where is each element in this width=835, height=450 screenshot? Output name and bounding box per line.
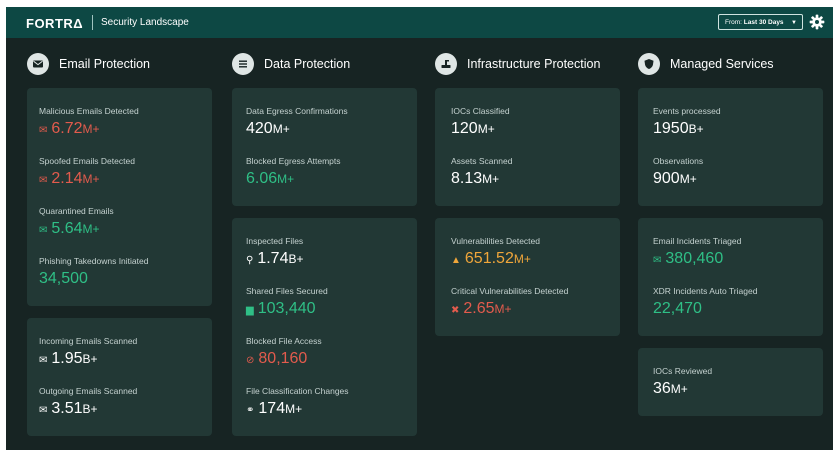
file-icon: ▆ [246,305,254,316]
link-icon: ⚭ [246,405,255,416]
metric-value-observations: 900 M+ [653,170,697,187]
email-threats-card: Malicious Emails Detected ✉ 6.72 M+ Spoof… [27,88,212,306]
date-range-prefix: From: [725,19,742,26]
events-card: Events processed 1950 B+ Observations 900… [638,88,823,206]
iocs-assets-card: IOCs Classified 120 M+ Assets Scanned 8.1… [435,88,620,206]
metric-label: Inspected Files [246,236,304,246]
fortra-logo[interactable]: FORTRΔ [26,16,83,31]
envelope-icon: ✉ [39,175,48,186]
metric-label: Shared Files Secured [246,286,328,296]
header-separator [92,15,93,30]
metric-label: Observations [653,156,704,166]
app-frame: FORTRΔ Security Landscape From: Last 30 … [6,7,833,450]
metric-value-egress-confirmations: 420 M+ [246,120,290,137]
error-icon: ✖ [451,305,460,316]
email-scanning-card: Incoming Emails Scanned ✉ 1.95 B+ Outgoin… [27,318,212,436]
envelope-icon: ✉ [653,255,662,266]
envelope-icon: ✉ [39,125,48,136]
metric-value-inspected-files: ⚲ 1.74 B+ [246,250,304,267]
metric-label: File Classification Changes [246,386,349,396]
chevron-down-icon: ▼ [791,20,797,26]
metric-label: Vulnerabilities Detected [451,236,540,246]
metric-value-assets-scanned: 8.13 M+ [451,170,500,187]
page-title: Security Landscape [101,17,189,28]
metric-value-incoming-emails: ✉ 1.95 B+ [39,350,98,367]
files-card: Inspected Files ⚲ 1.74 B+ Shared Files Se… [232,218,417,436]
metric-value-critical-vulnerabilities: ✖ 2.65 M+ [451,300,512,317]
envelope-icon: ✉ [39,405,48,416]
metric-label: Incoming Emails Scanned [39,336,138,346]
shield-icon [638,53,660,75]
server-icon [435,53,457,75]
search-icon: ⚲ [246,255,254,266]
metric-label: XDR Incidents Auto Triaged [653,286,758,296]
blocked-icon: ⊘ [246,355,255,366]
metric-label: Outgoing Emails Scanned [39,386,138,396]
metric-label: Assets Scanned [451,156,513,166]
metric-value-spoofed-emails: ✉ 2.14 M+ [39,170,100,187]
list-icon [232,53,254,75]
metric-value-outgoing-emails: ✉ 3.51 B+ [39,400,98,417]
column-title: Email Protection [59,57,151,71]
data-egress-card: Data Egress Confirmations 420 M+ Blocked … [232,88,417,206]
column-title: Data Protection [264,57,351,71]
envelope-icon: ✉ [39,225,48,236]
metric-label: Blocked File Access [246,336,322,346]
warning-icon: ▲ [451,255,461,266]
vulnerabilities-card: Vulnerabilities Detected ▲ 651.52 M+ Crit… [435,218,620,336]
metric-label: Quarantined Emails [39,206,114,216]
metric-value-email-incidents: ✉ 380,460 [653,250,724,267]
metric-label: IOCs Reviewed [653,366,713,376]
metric-label: Malicious Emails Detected [39,106,139,116]
metric-value-events-processed: 1950 B+ [653,120,704,137]
metric-value-quarantined-emails: ✉ 5.64 M+ [39,220,100,237]
metric-label: Phishing Takedowns Initiated [39,256,149,266]
date-range-value: Last 30 Days [743,19,784,26]
gear-icon[interactable] [809,14,825,30]
column-title: Managed Services [670,57,774,71]
metric-label: Critical Vulnerabilities Detected [451,286,569,296]
column-title: Infrastructure Protection [467,57,601,71]
metric-value-iocs-reviewed: 36 M+ [653,380,688,397]
metric-label: Data Egress Confirmations [246,106,348,116]
metric-value-xdr-incidents: 22,470 [653,300,702,317]
metric-value-blocked-file-access: ⊘ 80,160 [246,350,308,367]
top-bar: FORTRΔ Security Landscape From: Last 30 … [6,7,833,38]
envelope-icon [27,53,49,75]
date-range-dropdown[interactable]: From: Last 30 Days ▼ [718,14,803,30]
envelope-icon: ✉ [39,355,48,366]
metric-label: Blocked Egress Attempts [246,156,341,166]
metric-label: Spoofed Emails Detected [39,156,135,166]
metric-value-malicious-emails: ✉ 6.72 M+ [39,120,100,137]
metric-value-iocs-classified: 120 M+ [451,120,495,137]
metric-value-shared-files: ▆ 103,440 [246,300,316,317]
metric-value-blocked-egress: 6.06 M+ [246,170,295,187]
iocs-reviewed-card: IOCs Reviewed 36 M+ [638,348,823,416]
metric-value-vulnerabilities: ▲ 651.52 M+ [451,250,531,267]
metric-value-file-classification: ⚭ 174 M+ [246,400,303,417]
incidents-card: Email Incidents Triaged ✉ 380,460 XDR In… [638,218,823,336]
metric-label: Events processed [653,106,721,116]
metric-label: Email Incidents Triaged [653,236,742,246]
metric-label: IOCs Classified [451,106,510,116]
metric-value-phishing-takedowns: 34,500 [39,270,88,287]
